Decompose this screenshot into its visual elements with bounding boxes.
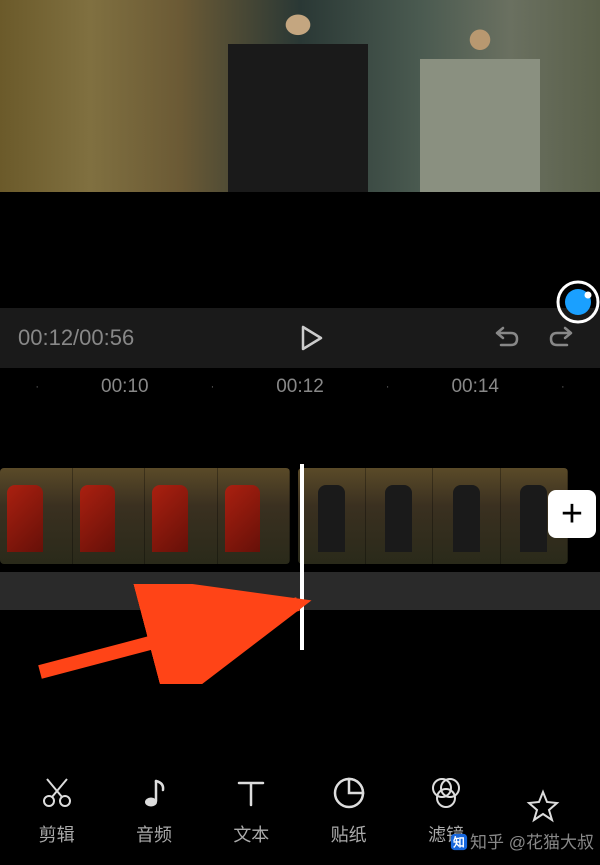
- undo-button[interactable]: [486, 318, 526, 358]
- text-icon: [233, 775, 269, 811]
- watermark-author: @花猫大叔: [509, 833, 594, 852]
- preview-lower-area: [0, 192, 600, 308]
- ruler-tick: ·: [183, 381, 241, 393]
- video-figure: [420, 17, 540, 192]
- tool-sticker[interactable]: 贴纸: [300, 775, 397, 847]
- ruler-tick: ·: [358, 381, 416, 393]
- svg-text:知: 知: [452, 836, 465, 850]
- tool-audio[interactable]: 音频: [105, 775, 202, 847]
- scissors-icon: [39, 775, 75, 811]
- record-indicator-icon[interactable]: [556, 280, 600, 324]
- tool-cut[interactable]: 剪辑: [8, 775, 105, 847]
- playback-controls: 00:12/00:56: [0, 308, 600, 368]
- ruler-label: 00:10: [66, 376, 183, 398]
- tool-text[interactable]: 文本: [203, 775, 300, 847]
- timecode-display: 00:12/00:56: [18, 325, 134, 351]
- music-note-icon: [136, 775, 172, 811]
- timeline[interactable]: +: [0, 406, 600, 696]
- add-clip-button[interactable]: +: [548, 490, 596, 538]
- watermark-platform: 知乎: [470, 833, 504, 852]
- tool-label: 贴纸: [331, 821, 367, 847]
- watermark: 知知乎 @花猫大叔: [450, 828, 594, 853]
- sticker-icon: [331, 775, 367, 811]
- video-preview[interactable]: [0, 0, 600, 192]
- filter-icon: [428, 775, 464, 811]
- timeline-ruler[interactable]: · 00:10 · 00:12 · 00:14 ·: [0, 368, 600, 406]
- playhead[interactable]: [300, 464, 304, 650]
- tool-label: 剪辑: [39, 821, 75, 847]
- ruler-label: 00:14: [417, 376, 534, 398]
- video-clip[interactable]: [0, 468, 290, 564]
- tool-label: 音频: [136, 821, 172, 847]
- tool-label: 文本: [233, 821, 269, 847]
- star-icon: [525, 788, 561, 824]
- ruler-tick: ·: [534, 381, 592, 393]
- ruler-label: 00:12: [242, 376, 359, 398]
- play-button[interactable]: [290, 318, 330, 358]
- video-clip[interactable]: [298, 468, 568, 564]
- ruler-tick: ·: [8, 381, 66, 393]
- video-figure: [228, 2, 368, 192]
